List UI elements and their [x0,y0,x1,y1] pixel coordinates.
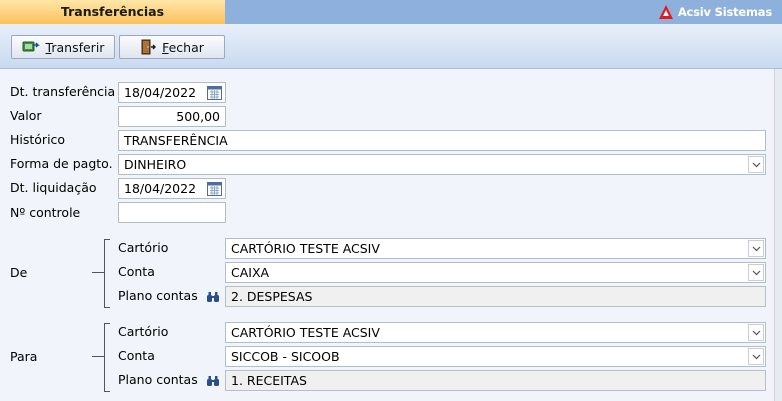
acsiv-logo-icon [658,5,673,19]
de-group-connector [92,272,104,273]
transfer-icon [22,41,40,52]
chevron-down-icon[interactable] [748,240,764,257]
transferir-label: Transferir [45,39,105,55]
de-conta-select[interactable]: CAIXA [225,262,766,283]
historico-input[interactable]: TRANSFERÊNCIA [118,130,766,151]
de-cartorio-value: CARTÓRIO TESTE ACSIV [231,241,380,256]
dt-liquidacao-label: Dt. liquidação [10,180,97,195]
para-plano-label: Plano contas [118,372,220,387]
para-conta-value: SICCOB - SICOOB [231,349,340,364]
para-conta-select[interactable]: SICCOB - SICOOB [225,346,766,367]
n-controle-input[interactable] [118,202,226,223]
n-controle-label: Nº controle [10,205,81,220]
de-group-bottom-tick [104,307,110,308]
toolbar: Transferir Fechar [0,24,782,69]
historico-label: Histórico [10,132,66,147]
transferir-button[interactable]: Transferir [11,35,115,59]
para-group-label: Para [10,349,38,364]
dt-transferencia-label: Dt. transferência [10,84,116,99]
binoculars-icon[interactable] [206,375,220,387]
chevron-down-icon[interactable] [748,348,764,365]
para-cartorio-value: CARTÓRIO TESTE ACSIV [231,325,380,340]
calendar-icon[interactable] [207,85,222,100]
valor-label: Valor [10,108,42,123]
de-plano-field: 2. DESPESAS [225,286,766,307]
para-cartorio-label: Cartório [118,324,169,339]
title-bar: Transferências Acsiv Sistemas [0,0,782,25]
calendar-icon[interactable] [207,181,222,196]
transfer-form: Dt. transferência 18/04/2022 Valor 500,0… [0,69,782,401]
de-cartorio-label: Cartório [118,240,169,255]
tab-transferencias[interactable]: Transferências [0,0,225,25]
de-conta-label: Conta [118,264,155,279]
para-plano-field: 1. RECEITAS [225,370,766,391]
para-group-bracket [104,323,105,391]
exit-door-icon [141,39,157,55]
dt-transferencia-value: 18/04/2022 [124,85,197,100]
forma-pagto-value: DINHEIRO [124,157,187,172]
chevron-down-icon[interactable] [748,264,764,281]
fechar-button[interactable]: Fechar [119,35,225,59]
chevron-down-icon[interactable] [748,156,764,173]
de-group-top-tick [104,239,110,240]
para-group-top-tick [104,323,110,324]
forma-pagto-select[interactable]: DINHEIRO [118,154,766,175]
brand: Acsiv Sistemas [658,0,772,24]
brand-name: Acsiv Sistemas [677,5,772,19]
de-plano-label: Plano contas [118,288,220,303]
para-group-bottom-tick [104,391,110,392]
de-group-label: De [10,265,28,280]
forma-pagto-label: Forma de pagto. [10,156,113,171]
de-cartorio-select[interactable]: CARTÓRIO TESTE ACSIV [225,238,766,259]
dt-transferencia-field[interactable]: 18/04/2022 [118,82,226,103]
valor-input[interactable]: 500,00 [118,106,226,127]
scrollbar-track[interactable] [774,69,782,401]
de-group-bracket [104,239,105,307]
fechar-label: Fechar [162,39,204,55]
dt-liquidacao-value: 18/04/2022 [124,181,197,196]
de-conta-value: CAIXA [231,265,270,280]
chevron-down-icon[interactable] [748,324,764,341]
binoculars-icon[interactable] [206,291,220,303]
para-conta-label: Conta [118,348,155,363]
para-cartorio-select[interactable]: CARTÓRIO TESTE ACSIV [225,322,766,343]
para-group-connector [92,356,104,357]
dt-liquidacao-field[interactable]: 18/04/2022 [118,178,226,199]
